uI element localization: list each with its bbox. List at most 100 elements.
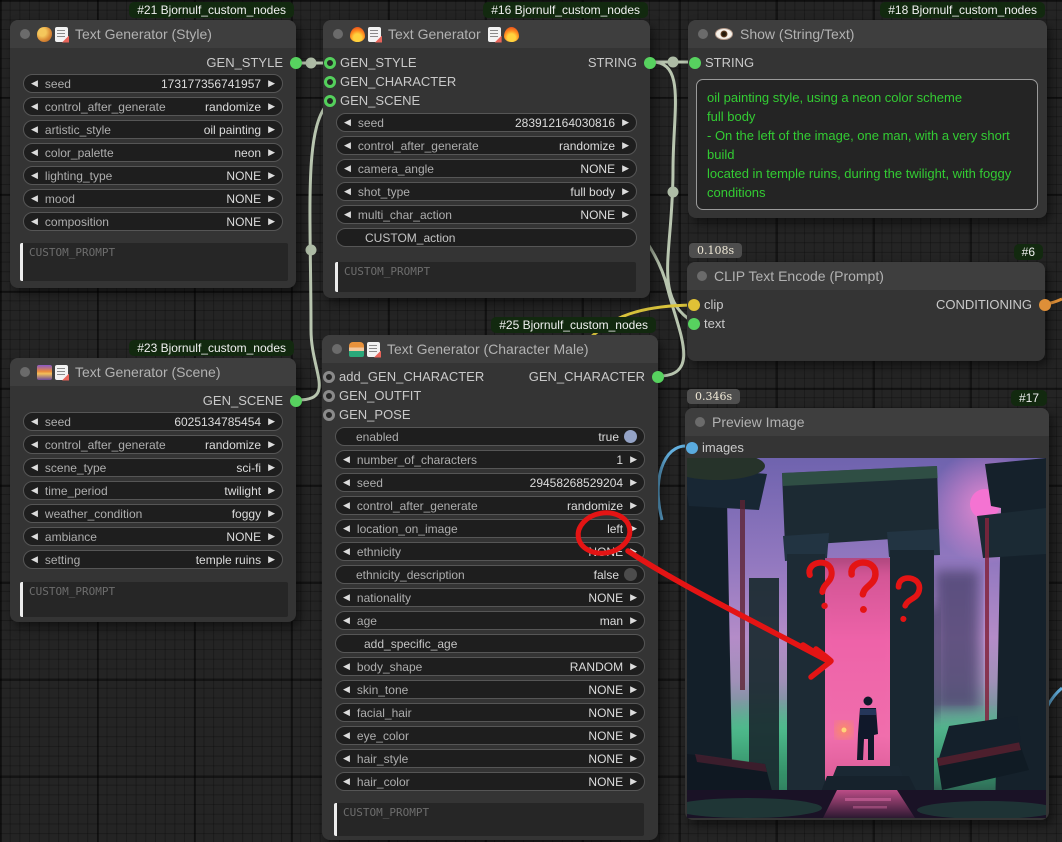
combo-next-arrow[interactable]: ▶ [268,171,275,180]
combo-prev-arrow[interactable]: ◀ [31,125,38,134]
node-titlebar[interactable]: Text Generator (Scene) [10,358,296,386]
combo-prev-arrow[interactable]: ◀ [343,754,350,763]
combo-next-arrow[interactable]: ▶ [630,547,637,556]
widget-ambiance[interactable]: ◀ambianceNONE▶ [23,527,283,546]
combo-prev-arrow[interactable]: ◀ [31,217,38,226]
input-port-dot[interactable] [323,409,335,421]
toggle-knob[interactable] [624,568,637,581]
collapse-dot[interactable] [695,417,705,427]
combo-next-arrow[interactable]: ▶ [268,217,275,226]
node-titlebar[interactable]: Text Generator (Style) [10,20,296,48]
combo-prev-arrow[interactable]: ◀ [343,708,350,717]
widget-hair-color[interactable]: ◀hair_colorNONE▶ [335,772,645,791]
widget-shot-type[interactable]: ◀shot_typefull body▶ [336,182,637,201]
input-port-gen-pose[interactable]: GEN_POSE [322,405,658,424]
combo-prev-arrow[interactable]: ◀ [343,547,350,556]
input-port-dot[interactable] [324,57,336,69]
combo-prev-arrow[interactable]: ◀ [31,171,38,180]
widget-skin-tone[interactable]: ◀skin_toneNONE▶ [335,680,645,699]
widget-color-palette[interactable]: ◀color_paletteneon▶ [23,143,283,162]
combo-prev-arrow[interactable]: ◀ [31,440,38,449]
combo-next-arrow[interactable]: ▶ [268,79,275,88]
widget-time-period[interactable]: ◀time_periodtwilight▶ [23,481,283,500]
combo-next-arrow[interactable]: ▶ [630,478,637,487]
widget-mood[interactable]: ◀moodNONE▶ [23,189,283,208]
widget-body-shape[interactable]: ◀body_shapeRANDOM▶ [335,657,645,676]
widget-hair-style[interactable]: ◀hair_styleNONE▶ [335,749,645,768]
custom-action-button[interactable]: CUSTOM_action [336,228,637,247]
node-preview-image[interactable]: 0.346s #17 Preview Image images [685,408,1049,820]
input-port-clip[interactable]: clip [687,295,1045,314]
widget-facial-hair[interactable]: ◀facial_hairNONE▶ [335,703,645,722]
combo-next-arrow[interactable]: ▶ [630,501,637,510]
combo-prev-arrow[interactable]: ◀ [31,555,38,564]
link-midpoint-dot[interactable] [668,57,679,68]
input-port-dot[interactable] [689,57,701,69]
collapse-dot[interactable] [333,29,343,39]
output-port-genscene[interactable]: GEN_SCENE [203,391,302,410]
combo-prev-arrow[interactable]: ◀ [31,417,38,426]
widget-control-after-generate[interactable]: ◀control_after_generaterandomize▶ [23,97,283,116]
combo-prev-arrow[interactable]: ◀ [343,524,350,533]
input-port-dot[interactable] [688,318,700,330]
combo-prev-arrow[interactable]: ◀ [31,509,38,518]
combo-next-arrow[interactable]: ▶ [630,754,637,763]
widget-lighting-type[interactable]: ◀lighting_typeNONE▶ [23,166,283,185]
combo-prev-arrow[interactable]: ◀ [31,463,38,472]
input-port-gencharacter[interactable]: GEN_CHARACTER [323,72,650,91]
widget-setting[interactable]: ◀settingtemple ruins▶ [23,550,283,569]
output-port-genstyle[interactable]: GEN_STYLE [206,53,302,72]
combo-next-arrow[interactable]: ▶ [630,524,637,533]
input-port-string[interactable]: STRING [688,53,1047,72]
node-text-generator-character-male[interactable]: #25 Bjornulf_custom_nodes Text Generator… [322,335,658,840]
collapse-dot[interactable] [20,367,30,377]
widget-ethnicity[interactable]: ◀ethnicityNONE▶ [335,542,645,561]
combo-next-arrow[interactable]: ▶ [268,509,275,518]
combo-next-arrow[interactable]: ▶ [630,662,637,671]
custom-prompt-textarea[interactable] [335,262,636,292]
combo-next-arrow[interactable]: ▶ [268,440,275,449]
combo-next-arrow[interactable]: ▶ [268,532,275,541]
widget-control-after-generate[interactable]: ◀control_after_generaterandomize▶ [336,136,637,155]
widget-artistic-style[interactable]: ◀artistic_styleoil painting▶ [23,120,283,139]
node-titlebar[interactable]: Text Generator [323,20,650,48]
combo-prev-arrow[interactable]: ◀ [344,210,351,219]
combo-prev-arrow[interactable]: ◀ [31,486,38,495]
combo-prev-arrow[interactable]: ◀ [344,164,351,173]
combo-next-arrow[interactable]: ▶ [630,731,637,740]
combo-next-arrow[interactable]: ▶ [630,685,637,694]
widget-age[interactable]: ◀ageman▶ [335,611,645,630]
collapse-dot[interactable] [697,271,707,281]
combo-next-arrow[interactable]: ▶ [630,708,637,717]
combo-next-arrow[interactable]: ▶ [268,463,275,472]
node-clip-text-encode[interactable]: 0.108s #6 CLIP Text Encode (Prompt) COND… [687,262,1045,361]
combo-next-arrow[interactable]: ▶ [268,125,275,134]
input-port-dot[interactable] [323,371,335,383]
combo-next-arrow[interactable]: ▶ [622,187,629,196]
combo-next-arrow[interactable]: ▶ [268,148,275,157]
widget-ethnicity-description[interactable]: ethnicity_descriptionfalse [335,565,645,584]
combo-next-arrow[interactable]: ▶ [622,164,629,173]
collapse-dot[interactable] [20,29,30,39]
combo-prev-arrow[interactable]: ◀ [343,731,350,740]
link-midpoint-dot[interactable] [668,187,679,198]
widget-camera-angle[interactable]: ◀camera_angleNONE▶ [336,159,637,178]
widget-multi-char-action[interactable]: ◀multi_char_actionNONE▶ [336,205,637,224]
input-port-genscene[interactable]: GEN_SCENE [323,91,650,110]
combo-next-arrow[interactable]: ▶ [268,555,275,564]
combo-next-arrow[interactable]: ▶ [268,417,275,426]
toggle-knob[interactable] [624,430,637,443]
combo-prev-arrow[interactable]: ◀ [343,455,350,464]
widget-enabled[interactable]: enabledtrue [335,427,645,446]
output-port-dot[interactable] [290,57,302,69]
widget-control-after-generate[interactable]: ◀control_after_generaterandomize▶ [23,435,283,454]
widget-scene-type[interactable]: ◀scene_typesci-fi▶ [23,458,283,477]
combo-next-arrow[interactable]: ▶ [630,616,637,625]
combo-next-arrow[interactable]: ▶ [630,455,637,464]
input-port-text[interactable]: text [687,314,1045,333]
node-graph-canvas[interactable]: { "ui": { "combo_prev": "◀", "combo_next… [0,0,1062,842]
combo-prev-arrow[interactable]: ◀ [31,194,38,203]
node-titlebar[interactable]: Show (String/Text) [688,20,1047,48]
widget-nationality[interactable]: ◀nationalityNONE▶ [335,588,645,607]
combo-next-arrow[interactable]: ▶ [622,210,629,219]
